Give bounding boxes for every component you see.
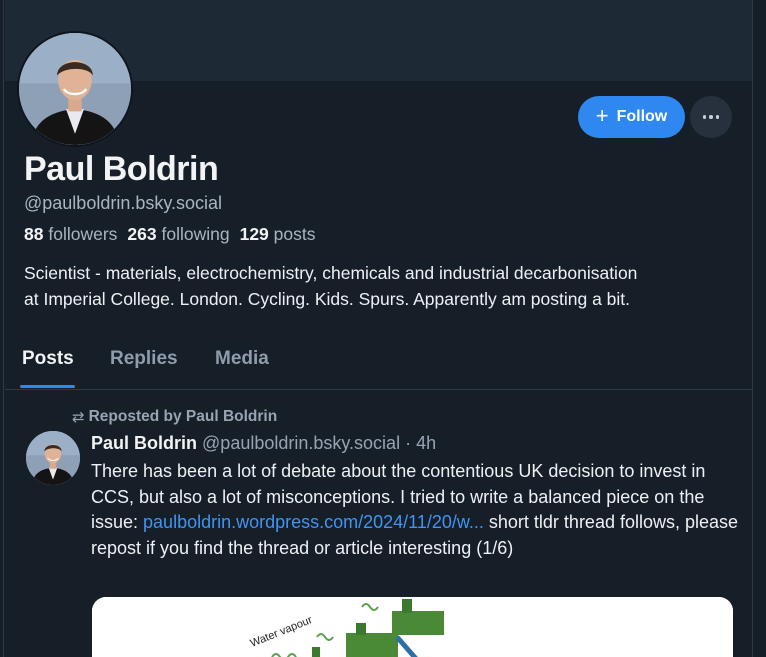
profile-stats: 88 followers 263 following 129 posts [24, 224, 316, 245]
more-options-button[interactable] [690, 96, 732, 138]
follow-button[interactable]: + Follow [578, 96, 685, 138]
following-link[interactable]: 263 following [127, 224, 229, 244]
embed-illustration: Water vapour [92, 597, 733, 657]
tab-posts[interactable]: Posts [22, 348, 74, 370]
tab-media[interactable]: Media [215, 348, 269, 370]
followers-label: followers [48, 224, 118, 244]
avatar-photo [19, 33, 131, 145]
followers-link[interactable]: 88 followers [24, 224, 117, 244]
display-name: Paul Boldrin [24, 150, 219, 188]
post-link[interactable]: paulboldrin.wordpress.com/2024/11/20/w..… [143, 512, 484, 532]
bio-line: at Imperial College. London. Cycling. Ki… [24, 289, 631, 309]
left-border [0, 0, 4, 657]
followers-count: 88 [24, 224, 44, 244]
following-label: following [161, 224, 230, 244]
post-author-avatar[interactable] [26, 431, 80, 485]
follow-label: Follow [616, 108, 668, 125]
avatar-photo [26, 431, 80, 485]
post-timestamp[interactable]: 4h [416, 433, 436, 453]
plus-icon: + [595, 103, 609, 128]
profile-avatar[interactable] [17, 31, 133, 147]
repost-indicator[interactable]: ⇄ Reposted by Paul Boldrin [72, 408, 277, 426]
post-image-embed[interactable]: Water vapour [92, 597, 733, 657]
post-text: There has been a lot of debate about the… [91, 459, 739, 561]
bio-line: Scientist - materials, electrochemistry,… [24, 263, 638, 283]
right-scroll-gutter[interactable] [752, 0, 766, 657]
profile-tabs: Posts Replies Media [5, 338, 752, 390]
profile-bio: Scientist - materials, electrochemistry,… [24, 260, 744, 312]
active-tab-indicator [20, 385, 75, 388]
post-author-name[interactable]: Paul Boldrin [91, 433, 197, 453]
ellipsis-icon [702, 115, 720, 119]
post-author-handle[interactable]: @paulboldrin.bsky.social [202, 433, 400, 453]
posts-stat: 129 posts [240, 224, 316, 244]
profile-handle: @paulboldrin.bsky.social [24, 193, 223, 213]
posts-label: posts [273, 224, 316, 244]
post-separator: · [405, 433, 412, 453]
following-count: 263 [127, 224, 157, 244]
profile-page: + Follow Paul Boldrin @paulboldrin.bsky.… [0, 0, 766, 657]
post-header: Paul Boldrin @paulboldrin.bsky.social · … [91, 433, 436, 454]
repost-label: Reposted by Paul Boldrin [88, 408, 278, 425]
tab-replies[interactable]: Replies [110, 348, 178, 370]
repost-icon: ⇄ [72, 409, 85, 426]
posts-count: 129 [239, 224, 269, 244]
